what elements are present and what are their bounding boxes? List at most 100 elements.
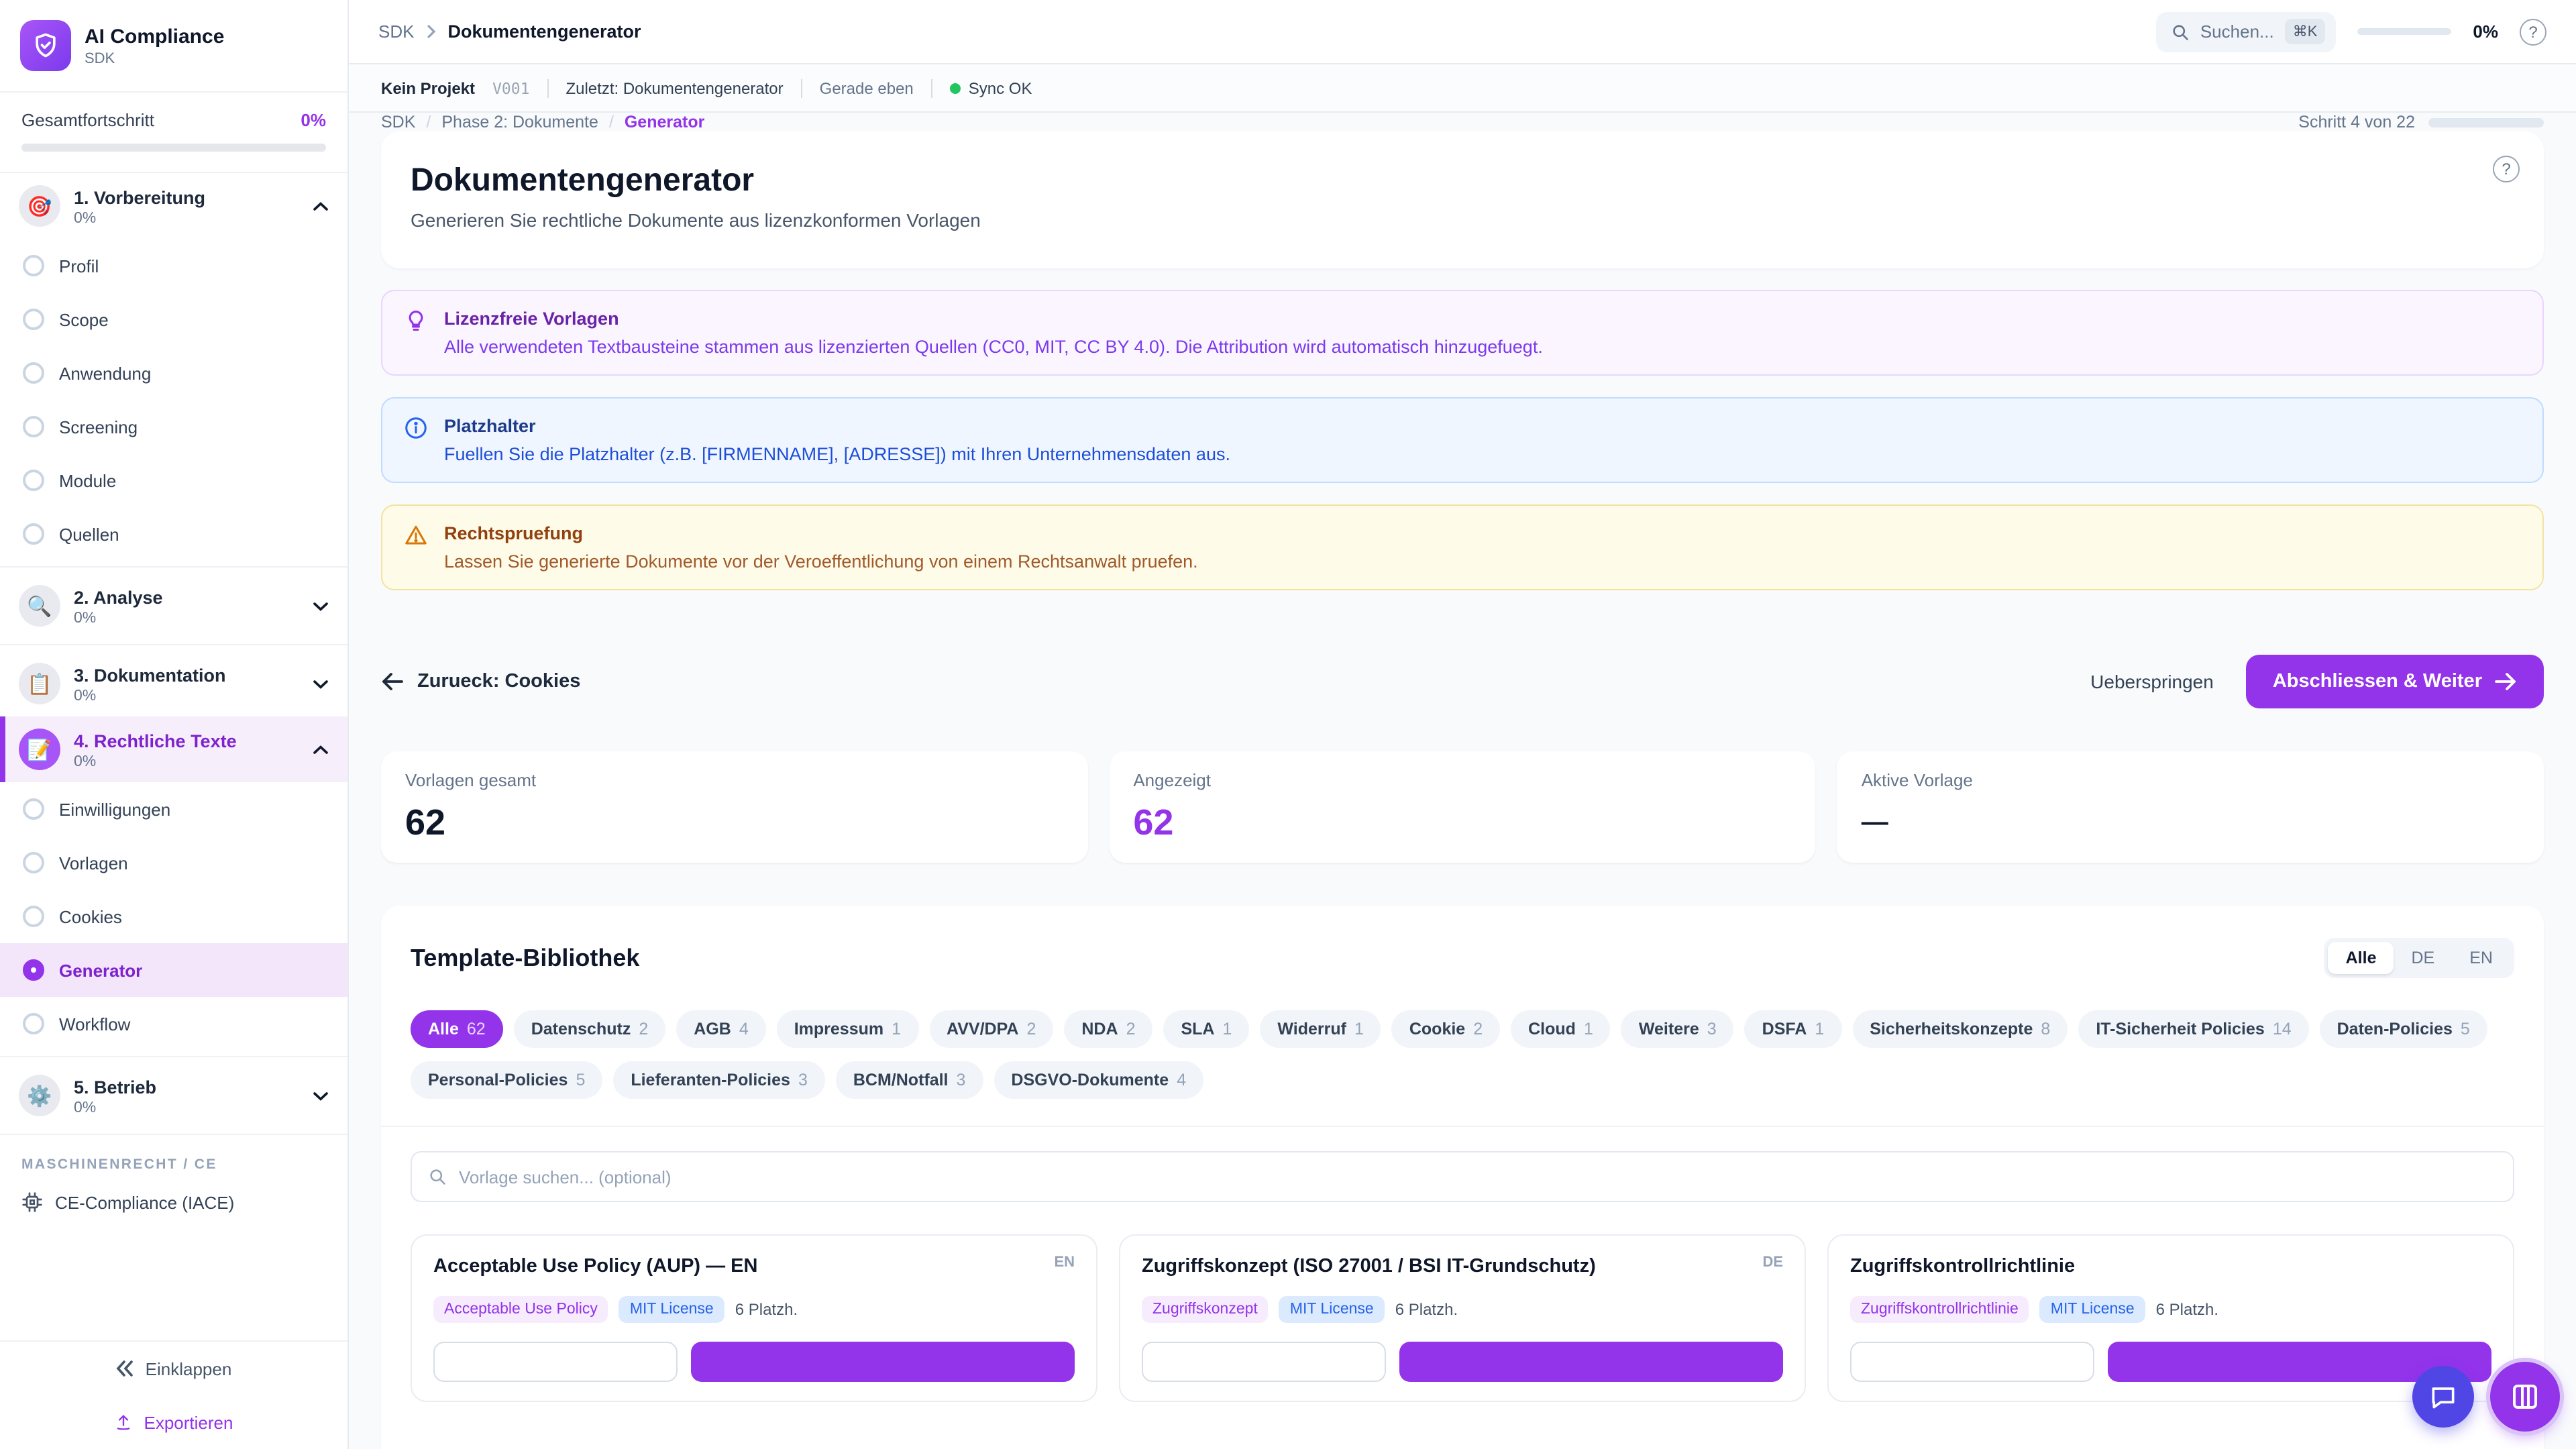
- sidebar-item-label: Cookies: [59, 906, 122, 926]
- filter-chip-cloud[interactable]: Cloud1: [1511, 1010, 1611, 1048]
- filter-chip-cookie[interactable]: Cookie2: [1392, 1010, 1500, 1048]
- placeholder-count: 6 Platzh.: [735, 1300, 798, 1319]
- sidebar-phase-betrieb[interactable]: ⚙️ 5. Betrieb 0%: [0, 1063, 347, 1128]
- sidebar-item-generator[interactable]: Generator: [0, 943, 347, 997]
- sidebar-phase-rechtliche-texte[interactable]: 📝 4. Rechtliche Texte 0%: [0, 716, 347, 782]
- skip-button[interactable]: Ueberspringen: [2090, 671, 2214, 692]
- chevron-right-icon: [426, 24, 435, 39]
- breadcrumb-sdk[interactable]: SDK: [381, 113, 415, 131]
- overall-progress-value: 0%: [301, 110, 326, 130]
- separator: /: [609, 113, 614, 131]
- tab-de[interactable]: DE: [2394, 942, 2453, 974]
- wizard-nav-row: Zurueck: Cookies Ueberspringen Abschlies…: [381, 655, 2544, 708]
- template-primary-button[interactable]: [1399, 1342, 1783, 1382]
- sidebar-item-workflow[interactable]: Workflow: [0, 997, 347, 1051]
- filter-chip-alle[interactable]: Alle62: [411, 1010, 503, 1048]
- sidebar-phase-analyse[interactable]: 🔍 2. Analyse 0%: [0, 573, 347, 639]
- template-card-aup[interactable]: Acceptable Use Policy (AUP) — EN EN Acce…: [411, 1234, 1097, 1402]
- chat-fab-button[interactable]: [2412, 1366, 2474, 1428]
- last-saved-time: Gerade eben: [820, 78, 914, 97]
- filter-chip-weitere[interactable]: Weitere3: [1621, 1010, 1734, 1048]
- filter-chip-lieferanten-policies[interactable]: Lieferanten-Policies3: [613, 1061, 825, 1099]
- sidebar-item-module[interactable]: Module: [0, 453, 347, 507]
- tab-alle[interactable]: Alle: [2328, 942, 2394, 974]
- info-icon: [404, 416, 428, 467]
- chevron-up-icon: [313, 201, 329, 211]
- template-primary-button[interactable]: [690, 1342, 1075, 1382]
- sidebar-item-profil[interactable]: Profil: [0, 239, 347, 292]
- template-secondary-button[interactable]: [433, 1342, 677, 1382]
- app-window: AI Compliance SDK Gesamtfortschritt 0% 🎯…: [0, 0, 2576, 1449]
- page-breadcrumb-row: SDK / Phase 2: Dokumente / Generator Sch…: [349, 113, 2576, 131]
- breadcrumb-root[interactable]: SDK: [378, 21, 414, 42]
- filter-chip-datenschutz[interactable]: Datenschutz2: [514, 1010, 666, 1048]
- sidebar-item-vorlagen[interactable]: Vorlagen: [0, 836, 347, 890]
- filter-chip-sicherheitskonzepte[interactable]: Sicherheitskonzepte8: [1852, 1010, 2068, 1048]
- sidebar-item-einwilligungen[interactable]: Einwilligungen: [0, 782, 347, 836]
- stat-label: Aktive Vorlage: [1862, 770, 2520, 790]
- sidebar-phase-vorbereitung[interactable]: 🎯 1. Vorbereitung 0%: [0, 173, 347, 239]
- gear-icon: ⚙️: [19, 1075, 60, 1116]
- sidebar-item-scope[interactable]: Scope: [0, 292, 347, 346]
- back-label: Zurueck: Cookies: [417, 671, 580, 692]
- filter-chip-sla[interactable]: SLA1: [1163, 1010, 1249, 1048]
- filter-chip-widerruf[interactable]: Widerruf1: [1260, 1010, 1381, 1048]
- template-grid: Acceptable Use Policy (AUP) — EN EN Acce…: [411, 1234, 2514, 1402]
- chevron-down-icon: [313, 600, 329, 611]
- columns-fab-button[interactable]: [2490, 1362, 2560, 1432]
- filter-chip-avv-dpa[interactable]: AVV/DPA2: [929, 1010, 1053, 1048]
- sidebar-item-label: Anwendung: [59, 363, 151, 383]
- filter-chip-it-sicherheit-policies[interactable]: IT-Sicherheit Policies14: [2078, 1010, 2308, 1048]
- template-secondary-button[interactable]: [1850, 1342, 2094, 1382]
- template-secondary-button[interactable]: [1142, 1342, 1385, 1382]
- sidebar-item-quellen[interactable]: Quellen: [0, 507, 347, 561]
- template-card-zugriffskontrollrichtlinie[interactable]: Zugriffskontrollrichtlinie Zugriffskontr…: [1827, 1234, 2514, 1402]
- filter-chip-dsgvo-dokumente[interactable]: DSGVO-Dokumente4: [994, 1061, 1203, 1099]
- export-icon: [115, 1413, 133, 1432]
- filter-chip-bcm-notfall[interactable]: BCM/Notfall3: [836, 1061, 983, 1099]
- search-icon: [428, 1167, 447, 1186]
- stat-label: Vorlagen gesamt: [405, 770, 1063, 790]
- finish-next-button[interactable]: Abschliessen & Weiter: [2246, 655, 2544, 708]
- stat-card-active-template: Aktive Vorlage —: [1837, 751, 2544, 863]
- help-icon[interactable]: ?: [2520, 18, 2546, 45]
- filter-chip-impressum[interactable]: Impressum1: [777, 1010, 918, 1048]
- sidebar-item-label: Scope: [59, 309, 109, 329]
- filter-chip-daten-policies[interactable]: Daten-Policies5: [2320, 1010, 2487, 1048]
- placeholder-count: 6 Platzh.: [2156, 1300, 2218, 1319]
- filter-chip-personal-policies[interactable]: Personal-Policies5: [411, 1061, 602, 1099]
- tab-en[interactable]: EN: [2452, 942, 2510, 974]
- template-search-input[interactable]: [459, 1167, 2497, 1187]
- separator: [931, 78, 932, 97]
- language-badge: DE: [1752, 1254, 1783, 1271]
- sidebar-item-anwendung[interactable]: Anwendung: [0, 346, 347, 400]
- alert-lizenzfreie-vorlagen: Lizenzfreie Vorlagen Alle verwendeten Te…: [381, 290, 2544, 376]
- category-tag: Acceptable Use Policy: [433, 1296, 608, 1323]
- collapse-sidebar-button[interactable]: Einklappen: [0, 1342, 347, 1395]
- chip-icon: [21, 1191, 43, 1213]
- breadcrumb-phase2[interactable]: Phase 2: Dokumente: [441, 113, 598, 131]
- magnifier-icon: 🔍: [19, 585, 60, 627]
- version-badge: V001: [492, 78, 529, 97]
- breadcrumb-generator: Generator: [625, 113, 705, 131]
- library-title: Template-Bibliothek: [411, 944, 639, 972]
- filter-chip-nda[interactable]: NDA2: [1064, 1010, 1152, 1048]
- template-library-card: Template-Bibliothek Alle DE EN Alle62 Da…: [381, 906, 2544, 1449]
- divider: [0, 566, 347, 568]
- back-button[interactable]: Zurueck: Cookies: [381, 671, 580, 692]
- help-icon[interactable]: ?: [2493, 156, 2520, 182]
- overall-progress-label: Gesamtfortschritt: [21, 110, 154, 130]
- alert-body: Fuellen Sie die Platzhalter (z.B. [FIRME…: [444, 441, 1230, 467]
- filter-chip-dsfa[interactable]: DSFA1: [1745, 1010, 1842, 1048]
- export-button[interactable]: Exportieren: [0, 1395, 347, 1449]
- sidebar-item-cookies[interactable]: Cookies: [0, 890, 347, 943]
- filter-chips: Alle62 Datenschutz2 AGB4 Impressum1 AVV/…: [411, 1010, 2514, 1099]
- sidebar-phase-dokumentation[interactable]: 📋 3. Dokumentation 0%: [0, 651, 347, 716]
- sidebar-item-ce-compliance[interactable]: CE-Compliance (IACE): [0, 1181, 347, 1229]
- sync-status: Sync OK: [950, 78, 1032, 97]
- template-card-zugriffskonzept[interactable]: Zugriffskonzept (ISO 27001 / BSI IT-Grun…: [1119, 1234, 1806, 1402]
- sidebar-item-screening[interactable]: Screening: [0, 400, 347, 453]
- template-title: Zugriffskontrollrichtlinie: [1850, 1254, 2075, 1280]
- filter-chip-agb[interactable]: AGB4: [676, 1010, 765, 1048]
- global-search-input[interactable]: Suchen... ⌘K: [2156, 11, 2337, 52]
